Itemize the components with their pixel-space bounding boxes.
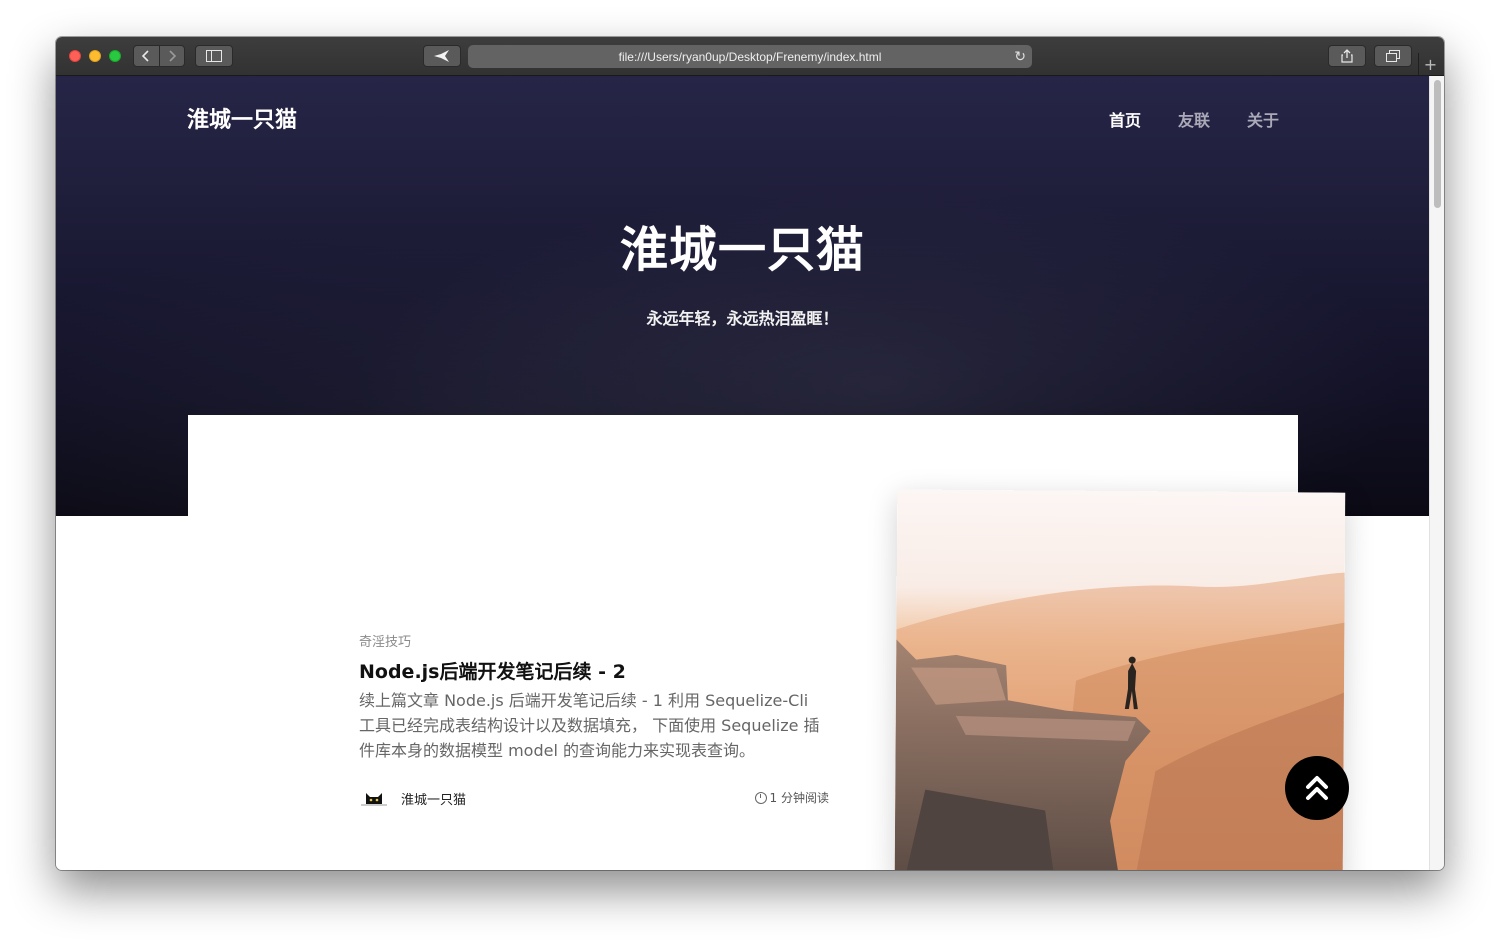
double-chevron-up-icon xyxy=(1306,776,1328,800)
main-nav: 首页 友联 关于 xyxy=(1109,107,1279,131)
nav-item-friends[interactable]: 友联 xyxy=(1178,107,1210,131)
page-scrollbar[interactable] xyxy=(1429,76,1444,870)
tab-overview-button[interactable] xyxy=(1374,45,1412,67)
post-title[interactable]: Node.js后端开发笔记后续 - 2 xyxy=(359,657,626,684)
back-button[interactable] xyxy=(134,46,159,66)
hero-subtitle: 永远年轻，永远热泪盈眶！ xyxy=(646,309,839,328)
reload-icon[interactable]: ↻ xyxy=(1014,48,1026,65)
url-text: file:///Users/ryan0up/Desktop/Frenemy/in… xyxy=(618,49,882,64)
post-meta: 淮城一只猫 1 分钟阅读 xyxy=(359,787,829,808)
forward-button[interactable] xyxy=(158,46,184,66)
tabs-icon xyxy=(1386,50,1400,62)
new-tab-button[interactable]: + xyxy=(1418,53,1442,75)
close-window-button[interactable] xyxy=(69,50,81,62)
minimize-window-button[interactable] xyxy=(89,50,101,62)
chevron-left-icon xyxy=(142,50,150,62)
share-button[interactable] xyxy=(1328,45,1366,67)
cliff-landscape-image xyxy=(894,489,1346,870)
read-time: 1 分钟阅读 xyxy=(754,789,829,806)
plus-icon: + xyxy=(1423,54,1438,74)
post-excerpt: 续上篇文章 Node.js 后端开发笔记后续 - 1 利用 Sequelize-… xyxy=(359,691,820,760)
sidebar-toggle-button[interactable] xyxy=(195,45,233,67)
browser-toolbar: file:///Users/ryan0up/Desktop/Frenemy/in… xyxy=(56,37,1444,76)
nav-item-about[interactable]: 关于 xyxy=(1247,107,1279,131)
post-tag[interactable]: 奇淫技巧 xyxy=(359,631,411,650)
post-feature-image[interactable] xyxy=(894,489,1346,870)
browser-window: file:///Users/ryan0up/Desktop/Frenemy/in… xyxy=(56,37,1444,870)
address-bar[interactable]: file:///Users/ryan0up/Desktop/Frenemy/in… xyxy=(468,45,1032,68)
chevron-right-icon xyxy=(169,50,176,62)
history-nav-group xyxy=(133,45,185,67)
hero-title: 淮城一只猫 xyxy=(619,222,865,278)
extension-button[interactable] xyxy=(423,45,461,67)
clock-icon xyxy=(754,791,767,804)
zoom-window-button[interactable] xyxy=(109,50,121,62)
site-brand[interactable]: 淮城一只猫 xyxy=(187,102,297,134)
share-icon xyxy=(1341,49,1353,63)
scroll-to-top-button[interactable] xyxy=(1285,756,1349,820)
sidebar-icon xyxy=(206,50,222,62)
author-avatar[interactable] xyxy=(361,787,387,807)
read-time-text: 1 分钟阅读 xyxy=(769,791,829,805)
bird-icon xyxy=(434,50,449,62)
page-viewport: 淮城一只猫 首页 友联 关于 淮城一只猫 永远年轻，永远热泪盈眶！ 奇淫技巧 N… xyxy=(56,76,1429,870)
author-name[interactable]: 淮城一只猫 xyxy=(401,789,466,808)
scrollbar-thumb[interactable] xyxy=(1434,80,1441,208)
nav-item-home[interactable]: 首页 xyxy=(1109,107,1141,131)
cat-icon xyxy=(361,793,387,806)
